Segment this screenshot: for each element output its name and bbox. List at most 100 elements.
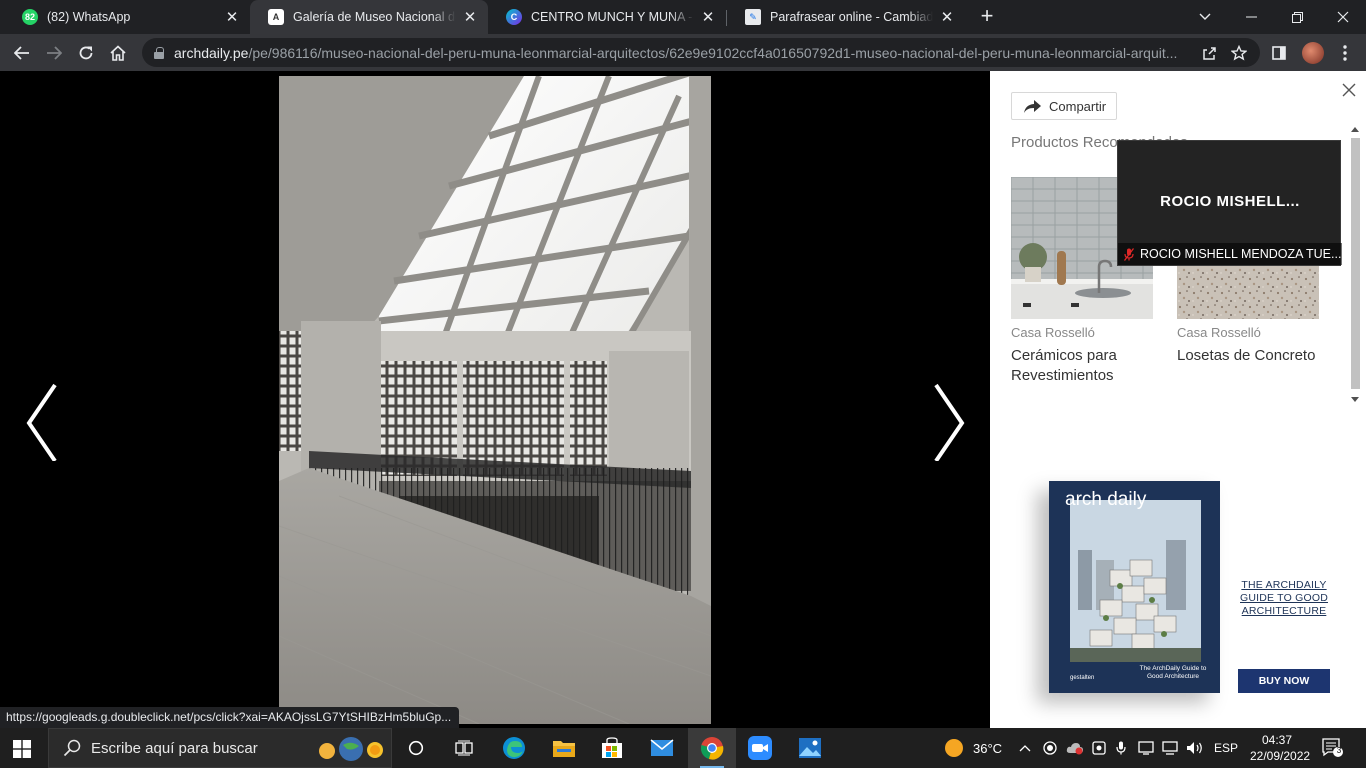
onedrive-sync-icon[interactable] [1066,728,1084,768]
book-subtitle: The ArchDaily Guide to Good Architecture [1139,665,1207,680]
close-tab-icon[interactable]: ✕ [939,8,955,26]
link-status-bar: https://googleads.g.doubleclick.net/pcs/… [0,707,460,728]
browser-toolbar: archdaily.pe/pe/986116/museo-nacional-de… [0,34,1366,71]
canva-icon: C [506,9,522,25]
windows-start-icon[interactable] [13,740,31,758]
recommendations-scrollbar[interactable] [1349,122,1362,407]
share-arrow-icon [1024,99,1041,113]
sun-weather-icon [945,739,963,757]
lock-icon[interactable] [154,46,164,59]
tab-title: Galería de Museo Nacional del Perú [293,10,456,24]
archdaily-book-logo: arch daily [1065,489,1147,510]
whatsapp-icon: 82 [22,9,38,25]
url-path: /pe/986116/museo-nacional-del-peru-muna-… [248,44,1178,61]
record-icon[interactable] [1043,728,1057,768]
participant-name: ROCIO MISHELL... [1160,193,1300,210]
scrollbar-thumb[interactable] [1351,138,1360,389]
share-button[interactable]: Compartir [1011,92,1118,120]
windows-taskbar: Escribe aquí para buscar 36°C ESP 04:37 … [0,728,1366,768]
document-pen-icon: ✎ [745,9,761,25]
notification-count: 3 [1336,746,1342,755]
taskbar-search-box[interactable]: Escribe aquí para buscar [48,728,392,768]
home-button[interactable] [105,40,131,66]
weather-temperature: 36°C [973,740,1003,756]
product-brand: Casa Rosselló [1177,325,1261,340]
tab-title: Parafrasear online - Cambiador de texto [770,10,933,24]
share-label: Compartir [1049,98,1107,114]
url-domain: archdaily.pe [174,44,249,61]
close-tab-icon[interactable]: ✕ [462,8,478,26]
side-panel-icon[interactable] [1266,40,1292,66]
product-name[interactable]: Losetas de Concreto [1177,346,1319,366]
mail-icon[interactable] [638,728,686,768]
display-icon[interactable] [1138,728,1154,768]
notification-center-icon[interactable]: 3 [1322,728,1344,768]
video-call-participant-tile[interactable]: ROCIO MISHELL... ROCIO MISHELL MENDOZA T… [1117,140,1342,266]
product-brand: Casa Rosselló [1011,325,1095,340]
task-view-icon[interactable] [440,728,488,768]
close-tab-icon[interactable]: ✕ [224,8,240,26]
minimize-button[interactable] [1228,0,1274,34]
browser-menu-icon[interactable] [1332,40,1358,66]
file-explorer-icon[interactable] [540,728,588,768]
previous-photo-arrow-icon[interactable] [24,381,64,463]
gallery-photo [279,76,711,724]
reload-button[interactable] [73,40,99,66]
book-cover-image[interactable]: arch daily The ArchDaily Guide to Good A… [1049,481,1220,693]
tab-whatsapp[interactable]: 82 (82) WhatsApp ✕ [4,0,250,34]
profile-avatar[interactable] [1302,42,1324,64]
close-tab-icon[interactable]: ✕ [700,8,716,26]
share-page-icon[interactable] [1200,44,1218,62]
clock-time: 04:37 [1261,733,1293,747]
camera-icon[interactable] [1092,728,1106,768]
back-button[interactable] [9,40,35,66]
forward-button[interactable] [41,40,67,66]
system-clock[interactable]: 04:37 22/09/2022 [1250,732,1311,764]
advertisement-banner[interactable]: arch daily The ArchDaily Guide to Good A… [1010,449,1350,725]
new-tab-button[interactable]: + [976,5,998,27]
cortana-circle-icon[interactable] [392,728,440,768]
bookmark-star-icon[interactable] [1230,44,1248,62]
tab-search-chevron-icon[interactable] [1182,0,1228,34]
tab-archdaily-gallery[interactable]: A Galería de Museo Nacional del Perú ✕ [250,0,488,34]
tab-title: CENTRO MUNCH Y MUNA - Presentación [531,10,694,24]
participant-label: ROCIO MISHELL MENDOZA TUE... [1118,243,1342,265]
photos-icon[interactable] [786,728,834,768]
edge-browser-icon[interactable] [490,728,538,768]
clock-date: 22/09/2022 [1250,749,1311,763]
buy-now-button[interactable]: BUY NOW [1238,669,1330,693]
tab-title: (82) WhatsApp [47,10,131,24]
next-photo-arrow-icon[interactable] [928,381,968,463]
tab-strip: 82 (82) WhatsApp ✕ A Galería de Museo Na… [0,0,1366,34]
address-bar[interactable]: archdaily.pe/pe/986116/museo-nacional-de… [142,38,1260,67]
ad-tagline-link[interactable]: THE ARCHDAILY GUIDE TO GOOD ARCHITECTURE [1228,579,1340,618]
search-placeholder: Escribe aquí para buscar [91,739,258,757]
archdaily-favicon-icon: A [268,9,284,25]
gallery-viewer [0,71,990,728]
weather-widget[interactable]: 36°C [944,728,1002,768]
product-name[interactable]: Cerámicos para Revestimientos [1011,346,1153,386]
participant-full-name: ROCIO MISHELL MENDOZA TUE... [1140,247,1342,261]
microsoft-store-icon[interactable] [588,728,636,768]
search-highlight-icon [319,737,383,761]
scroll-down-arrow-icon[interactable] [1351,397,1359,402]
system-tray-chevron-icon[interactable] [1019,728,1031,768]
chrome-taskbar-icon[interactable] [688,728,736,768]
search-icon [63,739,81,757]
language-code: ESP [1214,741,1239,755]
microphone-icon[interactable] [1116,728,1126,768]
url-text: archdaily.pe/pe/986116/museo-nacional-de… [174,45,1184,61]
microphone-muted-icon [1124,247,1134,261]
tab-parafrasear[interactable]: ✎ Parafrasear online - Cambiador de text… [727,0,965,34]
tab-canva[interactable]: C CENTRO MUNCH Y MUNA - Presentación ✕ [488,0,726,34]
volume-icon[interactable] [1186,728,1204,768]
book-publisher: gestalten [1070,675,1095,681]
close-window-button[interactable] [1320,0,1366,34]
book-cover-photo [1070,500,1201,662]
input-language[interactable]: ESP [1214,728,1238,768]
scroll-up-arrow-icon[interactable] [1351,127,1359,132]
close-gallery-icon[interactable] [1342,83,1358,99]
network-icon[interactable] [1162,728,1178,768]
restore-button[interactable] [1274,0,1320,34]
zoom-icon[interactable] [736,728,784,768]
